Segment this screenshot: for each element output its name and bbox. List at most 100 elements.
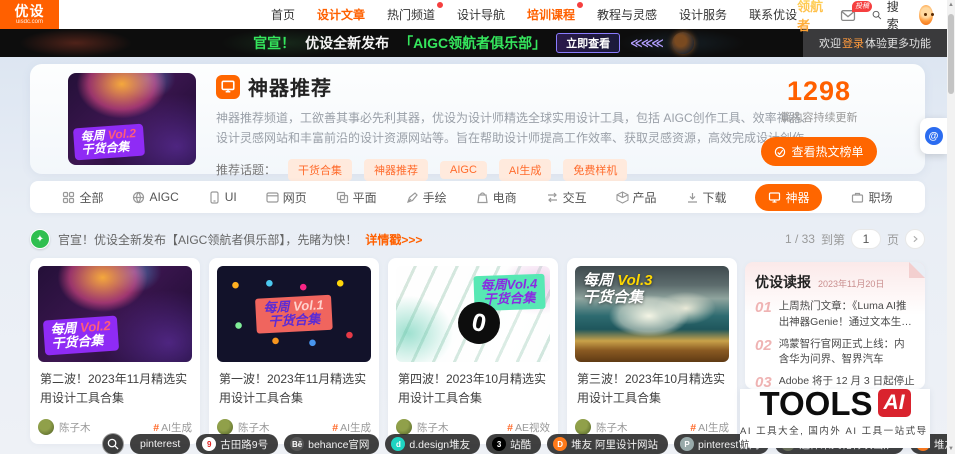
category-tabs: 全部 AIGC UI 网页 平面 手绘 电商 交互 产品 下载 — [30, 181, 925, 213]
card-cover-image: 每周Vol.4 干货合集 0 — [396, 266, 550, 362]
scroll-up-icon[interactable]: ▲ — [947, 2, 955, 8]
article-count-caption: 篇内容持续更新 — [749, 109, 889, 125]
vip-navigator-link[interactable]: 领航者尊享 — [797, 0, 824, 34]
hot-tag-pill[interactable]: dd.design堆友 — [385, 434, 480, 454]
article-card[interactable]: 每周Vol.4 干货合集 0 第四波！2023年10月精选实用设计工具合集 陈子… — [388, 258, 558, 444]
nav-home[interactable]: 首页 — [271, 6, 295, 23]
scroll-down-icon[interactable]: ▼ — [947, 446, 955, 452]
club-logo-icon: ✦ — [30, 229, 50, 249]
page-input[interactable] — [851, 229, 881, 249]
tab-graphic[interactable]: 平面 — [336, 189, 377, 206]
pen-icon — [406, 191, 419, 204]
news-text: 上周热门文章：《Luma AI推出神器Genie！通过文本生成高精度3D — [779, 299, 915, 331]
card-cover-image: 每周 Vol.3 干货合集 — [575, 266, 729, 362]
scrollbar[interactable]: ▲ ▼ — [947, 0, 955, 454]
site-logo[interactable]: 优设 uisdc.com — [0, 0, 59, 29]
goto-label: 到第 — [821, 231, 845, 248]
hot-tag-pill[interactable]: 3站酷 — [486, 434, 541, 454]
article-card[interactable]: 每周 Vol.1 干货合集 第一波！2023年11月精选实用设计工具合集 陈子木… — [209, 258, 379, 444]
news-item[interactable]: 02 鸿蒙智行官网正式上线：内含华为问界、智界汽车 — [755, 337, 915, 369]
nav-label: 热门频道 — [387, 8, 435, 22]
topic-tag[interactable]: AIGC — [440, 161, 487, 179]
helmet-image — [672, 32, 694, 54]
nav-right-cluster: 领航者尊享 投稿 搜索 — [797, 0, 947, 34]
next-page-button[interactable] — [905, 229, 925, 249]
tab-career[interactable]: 职场 — [851, 189, 892, 206]
article-count: 1298 — [749, 76, 889, 107]
tab-ui[interactable]: UI — [208, 190, 237, 204]
logo-text: 优设 — [14, 4, 44, 18]
search-icon — [107, 438, 119, 450]
search-button[interactable]: 搜索 — [872, 0, 903, 32]
chat-icon: @ — [925, 127, 943, 145]
briefcase-icon — [851, 191, 864, 204]
tab-download[interactable]: 下载 — [686, 189, 727, 206]
tab-drawing[interactable]: 手绘 — [406, 189, 447, 206]
tools-ai-tagline: AI 工具大全, 国内外 AI 工具一站式导航 — [740, 423, 930, 451]
card-cover-image: 每周 Vol.2 干货合集 — [38, 266, 192, 362]
login-link[interactable]: 登录 — [842, 35, 864, 51]
tab-tools[interactable]: 神器 — [755, 184, 822, 211]
article-card[interactable]: 每周 Vol.3 干货合集 第三波！2023年10月精选实用设计工具合集 陈子木… — [567, 258, 737, 444]
topic-tag[interactable]: 免费样机 — [563, 159, 627, 181]
daily-date: 2023年11月20日 — [818, 277, 884, 290]
feedback-widget[interactable]: @ — [920, 118, 947, 154]
browser-icon — [266, 191, 279, 204]
nav-design-navigation[interactable]: 设计导航 — [457, 6, 505, 23]
tab-product[interactable]: 产品 — [616, 189, 657, 206]
hot-tag-pill[interactable]: Bēbehance官网 — [284, 434, 379, 454]
hot-tag-pill[interactable]: D堆友 阿里设计网站 — [547, 434, 668, 454]
tools-ai-banner[interactable]: TOOLS AI AI 工具大全, 国内外 AI 工具一站式导航 — [740, 389, 930, 448]
weekly-badge: 每周 Vol.3 干货合集 — [583, 273, 652, 306]
hash-icon: # — [507, 422, 513, 434]
channel-cover-image[interactable]: 每周 Vol.2 干货合集 — [68, 73, 196, 165]
tab-all[interactable]: 全部 — [62, 189, 103, 206]
download-icon — [686, 191, 699, 204]
page-unit: 页 — [887, 231, 899, 248]
news-item[interactable]: 01 上周热门文章：《Luma AI推出神器Genie！通过文本生成高精度3D — [755, 299, 915, 331]
chevron-right-icon — [910, 234, 920, 244]
search-fab[interactable] — [102, 433, 124, 454]
tab-ecommerce[interactable]: 电商 — [476, 189, 517, 206]
monitor-icon — [216, 75, 240, 99]
shopping-bag-icon — [476, 191, 489, 204]
news-rank: 02 — [755, 337, 772, 369]
tab-interaction[interactable]: 交互 — [546, 189, 587, 206]
login-tip-text: 欢迎 — [819, 35, 841, 51]
tab-web[interactable]: 网页 — [266, 189, 307, 206]
hot-tag-pill[interactable]: 9古田路9号 — [196, 434, 278, 454]
notice-text: 官宣！优设全新发布【AIGC领航者俱乐部】，先睹为快！ — [58, 231, 357, 248]
site-favicon: 3 — [492, 437, 506, 451]
topic-tag[interactable]: 干货合集 — [288, 159, 352, 181]
article-card[interactable]: 每周 Vol.2 干货合集 第二波！2023年11月精选实用设计工具合集 陈子木… — [30, 258, 200, 444]
nav-contact[interactable]: 联系优设 — [749, 6, 797, 23]
card-author[interactable]: 陈子木 — [38, 419, 91, 435]
hash-icon: # — [153, 422, 159, 434]
user-avatar[interactable] — [919, 5, 933, 25]
nav-tutorials-inspiration[interactable]: 教程与灵感 — [597, 6, 657, 23]
topic-tag[interactable]: AI生成 — [499, 159, 551, 181]
main-nav: 首页 设计文章 热门频道 设计导航 培训课程 教程与灵感 设计服务 联系优设 — [271, 6, 797, 23]
nav-hot-channels[interactable]: 热门频道 — [387, 6, 435, 23]
globe-icon — [132, 191, 145, 204]
hot-articles-button[interactable]: 查看热文榜单 — [761, 137, 876, 166]
banner-cta-button[interactable]: 立即查看 — [556, 33, 620, 53]
card-title: 第三波！2023年10月精选实用设计工具合集 — [577, 370, 727, 408]
top-nav: 优设 uisdc.com 首页 设计文章 热门频道 设计导航 培训课程 教程与灵… — [0, 0, 947, 29]
submit-badge: 投稿 — [852, 1, 872, 12]
nav-training-courses[interactable]: 培训课程 — [527, 6, 575, 23]
nav-design-services[interactable]: 设计服务 — [679, 6, 727, 23]
topic-tag[interactable]: 神器推荐 — [364, 159, 428, 181]
tab-aigc[interactable]: AIGC — [132, 190, 178, 204]
channel-info: 神器推荐 神器推荐频道，工欲善其事必先利其器，优设为设计师精选全球实用设计工具，… — [216, 72, 816, 181]
nav-design-articles[interactable]: 设计文章 — [317, 6, 365, 23]
scrollbar-thumb[interactable] — [948, 14, 954, 94]
news-text: 鸿蒙智行官网正式上线：内含华为问界、智界汽车 — [779, 337, 915, 369]
submit-article-button[interactable]: 投稿 — [840, 8, 856, 22]
new-badge-icon — [576, 1, 584, 9]
hot-tag-pill[interactable]: pinterest — [130, 434, 190, 454]
swap-arrows-icon — [546, 191, 559, 204]
notice-detail-link[interactable]: 详情戳>>> — [365, 231, 422, 248]
search-icon — [872, 8, 882, 22]
news-rank: 01 — [755, 299, 772, 331]
